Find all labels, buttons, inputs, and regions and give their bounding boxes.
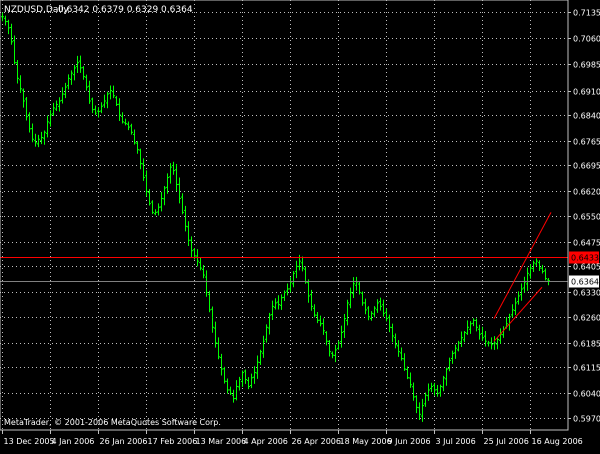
y-tick-label: 0.6620 <box>573 188 600 197</box>
x-tick-label: 25 Jul 2006 <box>484 437 529 446</box>
level-price-label: 0.6433 <box>571 254 599 263</box>
x-tick-label: 13 Dec 2005 <box>4 437 55 446</box>
x-tick-label: 17 Feb 2006 <box>148 437 198 446</box>
y-tick-label: 0.6910 <box>573 88 600 97</box>
ohlc-values: 0.6342 0.6379 0.6329 0.6364 <box>58 5 193 15</box>
y-tick-label: 0.6840 <box>573 112 600 121</box>
y-tick-label: 0.6765 <box>573 138 600 147</box>
x-tick-label: 26 Apr 2006 <box>292 437 341 446</box>
y-tick-label: 0.6185 <box>573 340 600 349</box>
y-tick-label: 0.5970 <box>573 415 600 424</box>
x-tick-label: 16 Aug 2006 <box>532 437 583 446</box>
chart-background <box>0 0 600 450</box>
y-tick-label: 0.6405 <box>573 263 600 272</box>
y-tick-label: 0.6330 <box>573 289 600 298</box>
y-tick-label: 0.6115 <box>573 364 600 373</box>
current-price-label: 0.6364 <box>571 278 599 287</box>
y-tick-label: 0.6985 <box>573 61 600 70</box>
y-tick-label: 0.6695 <box>573 162 600 171</box>
x-tick-label: 4 Apr 2006 <box>244 437 288 446</box>
y-tick-label: 0.6040 <box>573 390 600 399</box>
y-tick-label: 0.7135 <box>573 9 600 18</box>
x-tick-label: 26 Jan 2006 <box>100 437 148 446</box>
x-tick-label: 13 Mar 2006 <box>196 437 247 446</box>
x-tick-label: 18 May 2006 <box>340 437 392 446</box>
y-tick-label: 0.6550 <box>573 213 600 222</box>
copyright-text: MetaTrader, © 2001-2006 MetaQuotes Softw… <box>4 418 221 427</box>
y-tick-label: 0.6475 <box>573 239 600 248</box>
x-tick-label: 9 Jun 2006 <box>388 437 431 446</box>
y-tick-label: 0.7060 <box>573 35 600 44</box>
x-tick-label: 3 Jul 2006 <box>436 437 476 446</box>
chart-area[interactable]: 0.6433 0.6364 0.7135 0.7060 0.6985 0.6910 0.6… <box>0 0 600 450</box>
y-tick-label: 0.6260 <box>573 314 600 323</box>
price-chart[interactable]: 0.6433 0.6364 0.7135 0.7060 0.6985 0.6910 0.6… <box>0 0 600 450</box>
x-tick-label: 4 Jan 2006 <box>52 437 95 446</box>
